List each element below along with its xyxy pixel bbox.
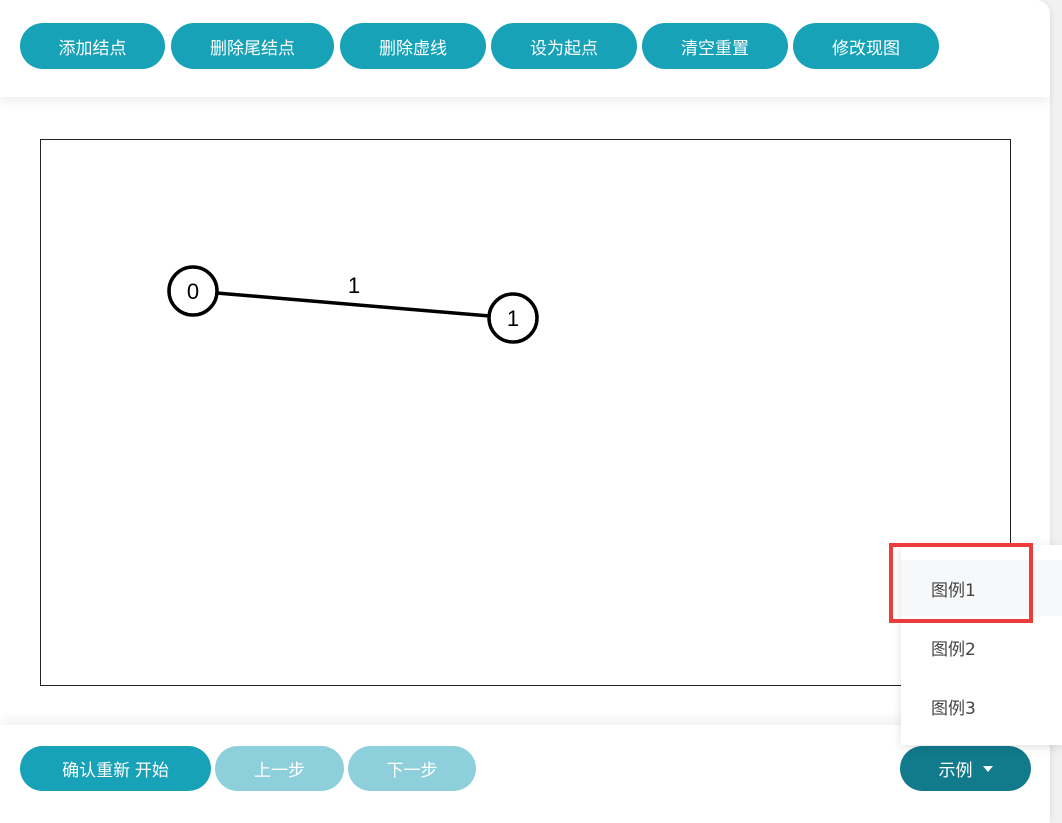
examples-dropdown-button[interactable]: 示例 — [900, 746, 1031, 791]
examples-dropdown-menu: 图例1 图例2 图例3 — [901, 545, 1062, 745]
graph-canvas[interactable]: 1 0 1 — [40, 139, 1011, 686]
set-start-button[interactable]: 设为起点 — [491, 23, 637, 69]
next-step-button[interactable]: 下一步 — [348, 746, 476, 791]
graph-node-0[interactable]: 0 — [167, 265, 219, 317]
graph-svg: 1 0 1 — [167, 265, 539, 344]
clear-reset-button[interactable]: 清空重置 — [642, 23, 788, 69]
modify-view-button[interactable]: 修改现图 — [793, 23, 939, 69]
graph-node-1[interactable]: 1 — [487, 292, 539, 344]
confirm-restart-button[interactable]: 确认重新 开始 — [20, 746, 211, 791]
add-node-button[interactable]: 添加结点 — [20, 23, 165, 69]
edge-weight-label: 1 — [348, 273, 360, 298]
node-label: 0 — [187, 279, 199, 304]
caret-down-icon — [982, 765, 993, 772]
top-toolbar: 添加结点 删除尾结点 删除虚线 设为起点 清空重置 修改现图 — [0, 0, 1050, 97]
dropdown-item-example-3[interactable]: 图例3 — [901, 678, 1062, 734]
prev-step-button[interactable]: 上一步 — [215, 746, 344, 791]
delete-tail-node-button[interactable]: 删除尾结点 — [171, 23, 334, 69]
dropdown-item-example-1[interactable]: 图例1 — [901, 560, 1062, 616]
examples-label: 示例 — [938, 761, 973, 780]
dropdown-item-example-2[interactable]: 图例2 — [901, 619, 1062, 675]
bottom-toolbar: 确认重新 开始 上一步 下一步 示例 — [0, 725, 1050, 823]
delete-dashed-line-button[interactable]: 删除虚线 — [340, 23, 486, 69]
node-label: 1 — [507, 306, 519, 331]
